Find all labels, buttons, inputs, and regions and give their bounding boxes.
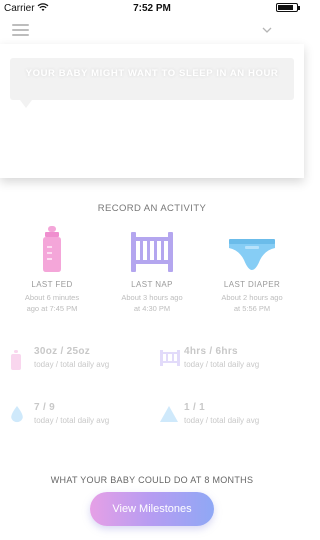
pee-icon [160,406,178,427]
stat-value: 7 / 9 [34,402,55,413]
view-milestones-button[interactable]: View Milestones [90,492,214,526]
menu-icon[interactable] [12,24,29,36]
stat-caption: today / total daily avg [34,416,110,425]
diaper-icon [202,226,302,272]
activity-label: LAST FED [31,280,73,289]
battery-icon [276,3,300,12]
bottle-icon [10,350,22,375]
stat-value: 4hrs / 6hrs [184,346,238,357]
stat-caption: today / total daily avg [184,360,260,369]
chevron-down-icon[interactable] [262,20,272,36]
activity-last-nap[interactable]: LAST NAP About 3 hours ago at 4:30 PM [102,226,202,314]
activity-last-fed[interactable]: LAST FED About 6 minutes ago at 7:45 PM [2,226,102,314]
crib-icon [160,350,180,371]
stat-caption: today / total daily avg [184,416,260,425]
stat-feeding: 30oz / 25oz today / total daily avg [10,346,150,376]
crib-icon [102,226,202,272]
hero-card: YOUR BABY MIGHT WANT TO SLEEP IN AN HOUR [0,44,304,178]
activity-last-diaper[interactable]: LAST DIAPER About 2 hours ago at 5:56 PM [202,226,302,314]
activity-time: About 6 minutes ago at 7:45 PM [24,293,80,313]
stat-value: 1 / 1 [184,402,205,413]
stat-caption: today / total daily avg [34,360,110,369]
hero-message: YOUR BABY MIGHT WANT TO SLEEP IN AN HOUR [25,68,279,79]
stat-pee: 1 / 1 today / total daily avg [160,402,300,432]
stat-diapers: 7 / 9 today / total daily avg [10,402,150,432]
bottle-icon [2,226,102,272]
stat-sleep: 4hrs / 6hrs today / total daily avg [160,346,300,376]
activity-label: LAST DIAPER [223,280,281,289]
record-activity-title: RECORD AN ACTIVITY [97,203,207,214]
speech-bubble: YOUR BABY MIGHT WANT TO SLEEP IN AN HOUR [10,58,294,100]
status-bar: Carrier 7:52 PM [0,0,304,16]
stat-value: 30oz / 25oz [34,346,91,357]
status-time: 7:52 PM [133,3,171,14]
speech-bubble-tail [20,100,32,108]
drop-icon [10,406,24,429]
milestones-title: WHAT YOUR BABY COULD DO AT 8 MONTHS [50,475,254,485]
activity-time: About 2 hours ago at 5:56 PM [221,293,283,313]
activity-time: About 3 hours ago at 4:30 PM [121,293,183,313]
activity-label: LAST NAP [131,280,173,289]
